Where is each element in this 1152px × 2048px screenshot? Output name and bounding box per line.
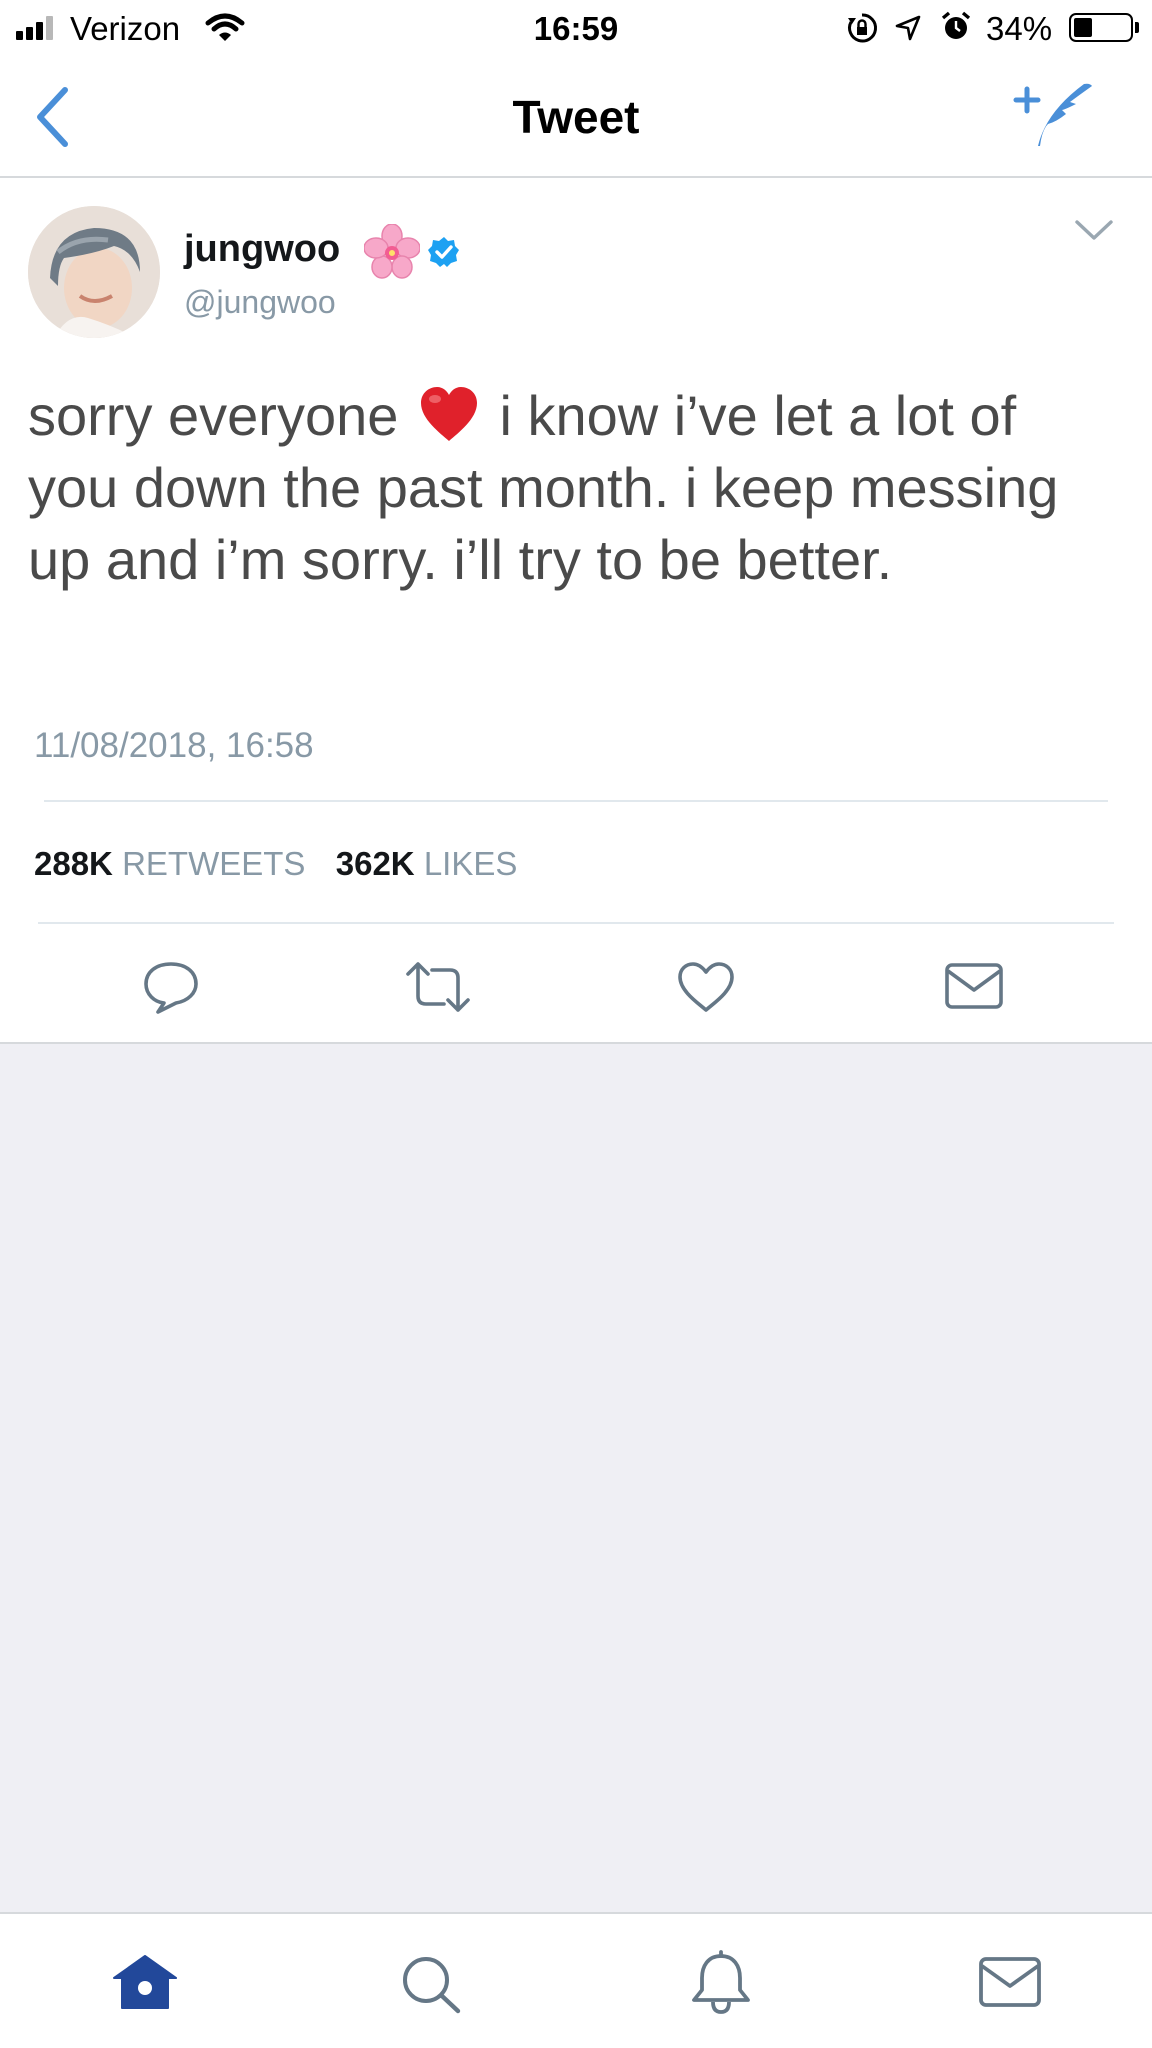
likes-count: 362K [335,845,415,882]
reply-icon[interactable] [142,960,200,1014]
compose-quill-icon[interactable] [1012,80,1096,150]
tweet-action-bar [0,924,1152,1044]
navigation-bar: Tweet [0,58,1152,178]
tweet-text-segment: sorry everyone [28,384,399,447]
likes-label: LIKES [423,845,518,882]
cherry-blossom-icon [364,224,420,279]
tweet-text: sorry everyone i know i’ve let a lot of … [28,380,1128,596]
red-heart-icon [420,387,477,441]
replies-area [0,1044,1152,1912]
display-name[interactable]: jungwoo [184,226,340,272]
tweet-text-line-1: sorry everyone i know i’ve let a lot of [28,380,1128,452]
search-icon[interactable] [400,1954,462,2014]
avatar[interactable] [28,206,160,338]
engagement-stats: 288K RETWEETS 362K LIKES [34,844,517,884]
battery-tip [1135,22,1139,33]
retweets-stat[interactable]: 288K RETWEETS [34,845,315,882]
orientation-lock-icon [848,13,878,43]
tweet-text-line-3: up and i’m sorry. i’ll try to be better. [28,528,893,591]
battery-percentage: 34% [986,10,1053,47]
chevron-down-icon[interactable] [1074,218,1114,242]
tweet-text-segment: i know i’ve let a lot of [483,384,1017,447]
divider [44,800,1108,802]
status-bar: Verizon 16:59 34% [0,0,1152,58]
location-arrow-icon [895,15,921,41]
retweets-label: RETWEETS [122,845,306,882]
retweets-count: 288K [34,845,113,882]
profile-photo [28,206,160,338]
tweet-timestamp: 11/08/2018, 16:58 [34,726,314,765]
home-icon[interactable] [112,1954,178,2010]
like-icon[interactable] [676,960,736,1014]
battery-icon [1069,13,1133,42]
likes-stat[interactable]: 362K LIKES [336,845,518,882]
user-handle[interactable]: @jungwoo [184,282,336,322]
tab-bar [0,1912,1152,2048]
alarm-icon [941,11,971,39]
direct-message-icon[interactable] [944,962,1004,1010]
retweet-icon[interactable] [404,960,472,1014]
messages-icon[interactable] [978,1956,1042,2008]
page-title: Tweet [512,91,640,143]
notifications-icon[interactable] [690,1950,752,2016]
clock: 16:59 [533,10,619,47]
tweet-text-line-2: you down the past month. i keep messing [28,456,1059,519]
verified-badge-icon [428,237,459,267]
